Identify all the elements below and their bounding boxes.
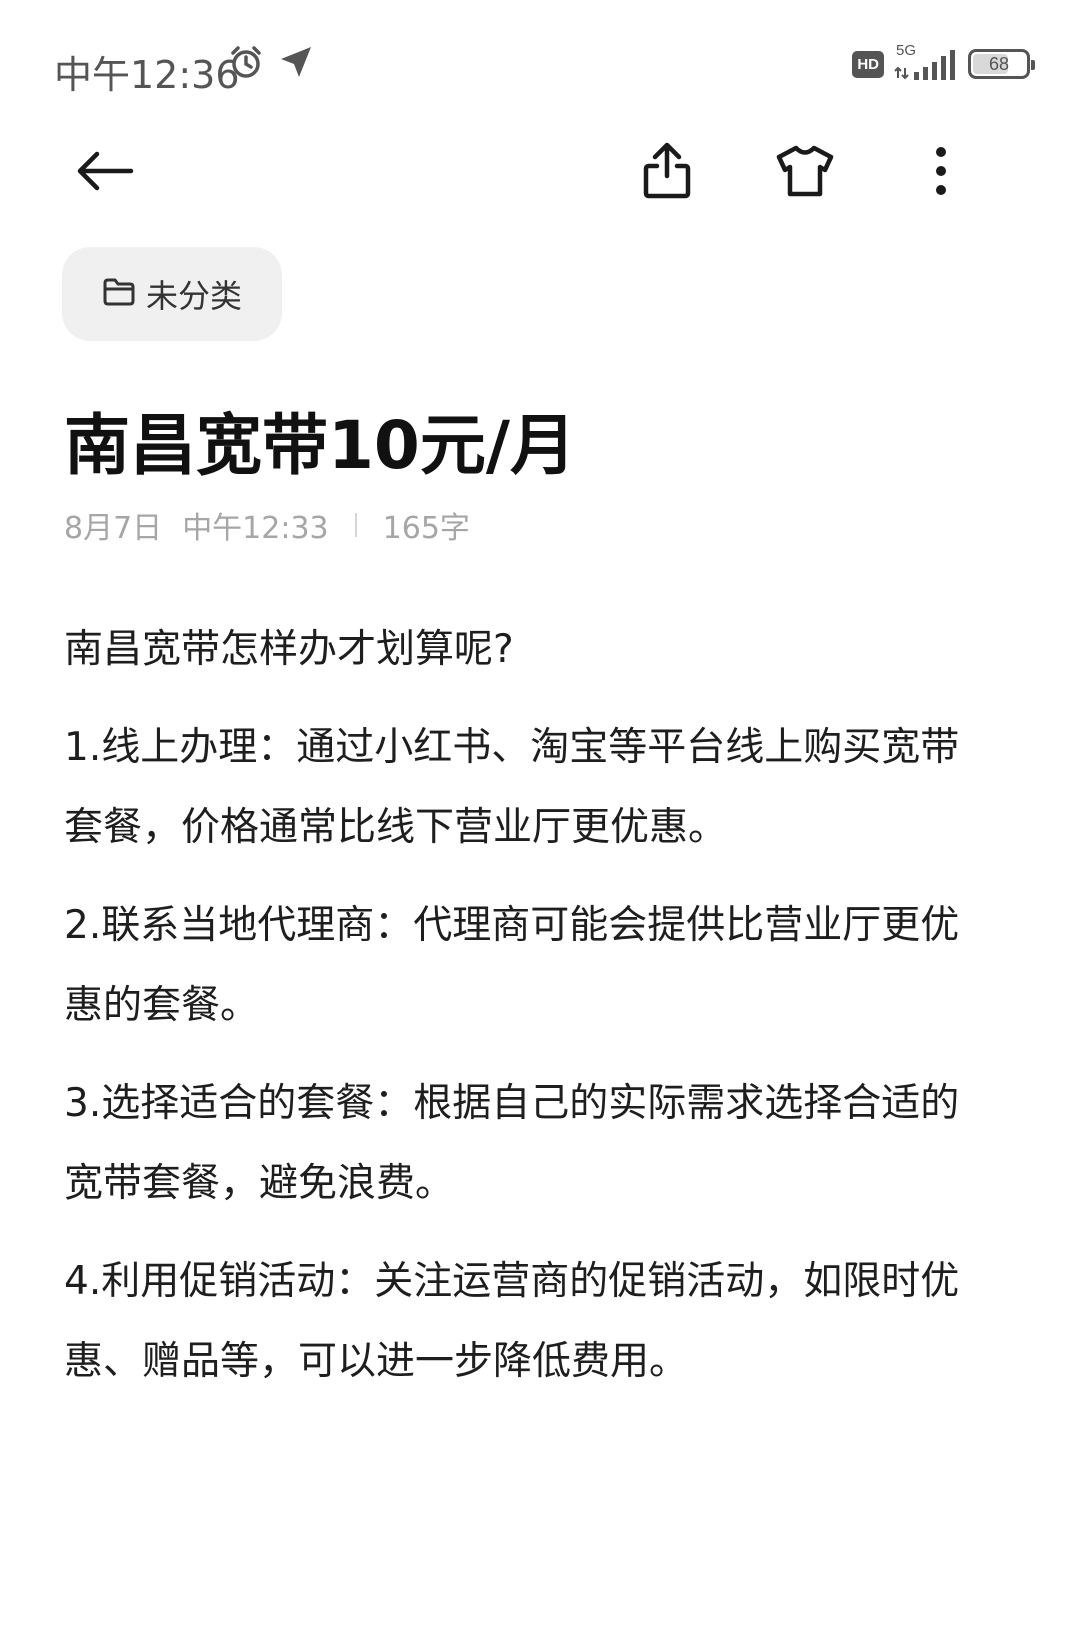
more-vertical-icon — [934, 146, 948, 200]
share-button[interactable] — [622, 128, 712, 218]
status-left-icons — [228, 44, 314, 84]
category-chip[interactable]: 未分类 — [62, 247, 282, 341]
note-date: 8月7日 — [64, 511, 163, 546]
alarm-clock-icon — [228, 44, 264, 84]
category-label: 未分类 — [145, 277, 242, 315]
meta-divider — [354, 513, 357, 537]
back-button[interactable] — [60, 128, 150, 218]
note-paragraph: 南昌宽带怎样办才划算呢? — [64, 627, 514, 672]
note-title[interactable]: 南昌宽带10元/月 — [64, 392, 576, 488]
status-bar: 中午12:36 HD 5G 68 — [0, 0, 1080, 130]
hd-badge: HD — [852, 50, 884, 78]
note-meta: 8月7日 中午12:33 165字 — [64, 503, 470, 547]
note-word-count: 165字 — [382, 511, 470, 546]
note-paragraph: 1.线上办理：通过小红书、淘宝等平台线上购买宽带套餐，价格通常比线下营业厅更优惠… — [64, 725, 960, 850]
note-paragraph: 4.利用促销活动：关注运营商的促销活动，如限时优惠、赠品等，可以进一步降低费用。 — [64, 1259, 960, 1384]
tshirt-icon — [776, 145, 834, 201]
note-paragraph: 3.选择适合的套餐：根据自己的实际需求选择合适的宽带套餐，避免浪费。 — [64, 1081, 960, 1206]
theme-button[interactable] — [760, 128, 850, 218]
battery-level: 68 — [988, 53, 1010, 74]
note-time: 中午12:33 — [182, 511, 329, 546]
location-arrow-icon — [278, 44, 314, 84]
note-body[interactable]: 南昌宽带怎样办才划算呢? 1.线上办理：通过小红书、淘宝等平台线上购买宽带套餐，… — [64, 610, 970, 1420]
note-paragraph: 2.联系当地代理商：代理商可能会提供比营业厅更优惠的套餐。 — [64, 903, 960, 1028]
share-icon — [642, 142, 692, 204]
battery-indicator: 68 — [968, 49, 1035, 79]
status-time: 中午12:36 — [54, 53, 240, 97]
status-right-icons: HD 5G 68 — [852, 42, 1035, 82]
more-options-button[interactable] — [896, 128, 986, 218]
signal-icon: 5G — [894, 42, 958, 82]
folder-icon — [102, 277, 136, 311]
arrow-left-icon — [75, 149, 135, 197]
